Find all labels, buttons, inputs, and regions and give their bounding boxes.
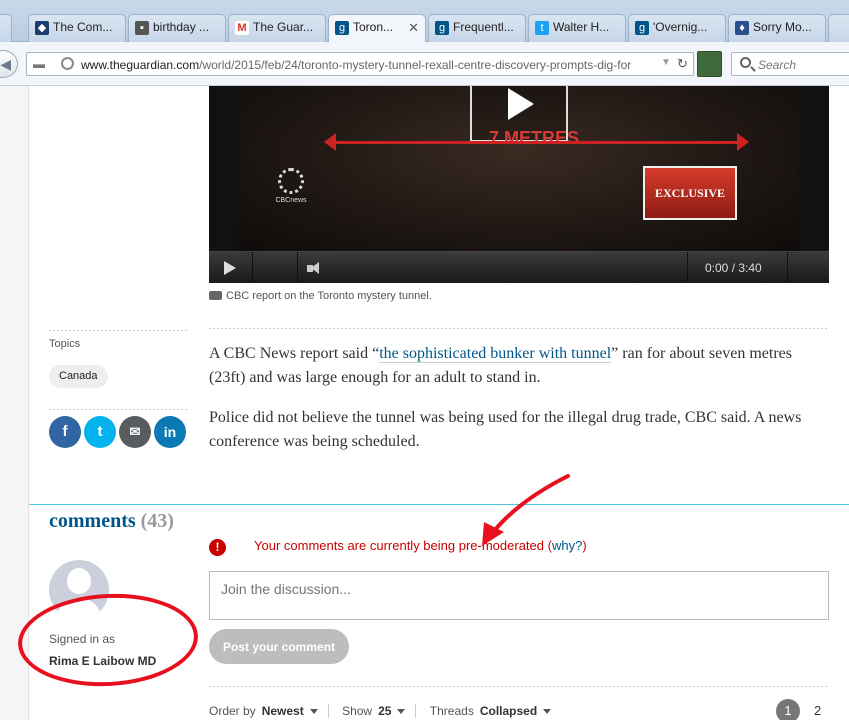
video-time: 0:00 / 3:40 <box>705 261 762 275</box>
facebook-icon: f <box>62 423 68 440</box>
divider <box>49 330 187 331</box>
shield-icon: ◆ <box>35 21 49 35</box>
tab-1[interactable]: ◆ The Com... <box>28 14 126 42</box>
play-icon <box>224 261 236 275</box>
tab-label: The Com... <box>53 20 113 34</box>
tab-8[interactable]: ♦ Sorry Mo... <box>728 14 826 42</box>
email-icon: ✉ <box>129 424 141 439</box>
tab-label: Frequentl... <box>453 20 514 34</box>
tab-label: Sorry Mo... <box>753 20 812 34</box>
video-progress-bar[interactable] <box>298 252 688 283</box>
chevron-down-icon <box>397 709 406 714</box>
tab-bar: ◆ The Com... ▪ birthday ... M The Guar..… <box>0 0 849 43</box>
page-1-button[interactable]: 1 <box>776 699 800 720</box>
linkedin-icon: in <box>163 424 177 440</box>
tab-active[interactable]: g Toron... ✕ <box>328 14 426 43</box>
tab-2[interactable]: ▪ birthday ... <box>128 14 226 42</box>
url-text[interactable]: www.theguardian.com/world/2015/feb/24/to… <box>81 58 661 72</box>
guardian-icon: g <box>635 21 649 35</box>
cbc-gem-icon <box>278 168 304 194</box>
facebook-share-button[interactable]: f <box>49 416 81 448</box>
page-2-button[interactable]: 2 <box>814 703 821 718</box>
linkedin-share-button[interactable]: in <box>154 416 186 448</box>
url-dropdown-icon[interactable]: ▼ <box>661 57 671 68</box>
nav-bar: ◀ ▬ www.theguardian.com/world/2015/feb/2… <box>0 42 849 86</box>
comments-heading: comments (43) <box>49 510 174 532</box>
video-controls: 0:00 / 3:40 <box>209 251 829 283</box>
threads-dropdown[interactable]: Threads Collapsed <box>430 704 561 718</box>
tab-overflow[interactable] <box>0 14 12 42</box>
tab-label: 'Overnig... <box>653 20 708 34</box>
twitter-share-button[interactable]: t <box>84 416 116 448</box>
comments-count: (43) <box>140 510 174 532</box>
chevron-down-icon <box>543 709 552 714</box>
camera-icon <box>209 291 222 300</box>
annotation-circle <box>15 589 201 691</box>
exclusive-badge: EXCLUSIVE <box>643 166 737 220</box>
email-share-button[interactable]: ✉ <box>119 416 151 448</box>
tab-label: birthday ... <box>153 20 210 34</box>
page-icon: ▪ <box>135 21 149 35</box>
close-icon[interactable]: ✕ <box>408 20 419 36</box>
comment-input[interactable] <box>209 571 829 620</box>
globe-icon <box>61 57 74 70</box>
tab-3[interactable]: M The Guar... <box>228 14 326 42</box>
article-paragraph: A CBC News report said “the sophisticate… <box>209 345 792 386</box>
library-icon[interactable]: ▬ <box>33 57 45 71</box>
extension-button[interactable] <box>697 51 722 77</box>
tab-label: The Guar... <box>253 20 314 34</box>
search-input[interactable]: Search <box>731 52 849 76</box>
pagination: 12 <box>776 699 821 720</box>
bookmark-icon: ♦ <box>735 21 749 35</box>
twitter-icon: t <box>97 423 103 440</box>
reload-icon[interactable]: ↻ <box>677 56 688 72</box>
article-link[interactable]: the sophisticated bunker with tunnel <box>379 345 612 363</box>
tab-overflow-right[interactable] <box>828 14 849 42</box>
distance-arrow <box>324 133 749 151</box>
play-button[interactable] <box>209 252 253 283</box>
tab-label: Walter H... <box>553 20 610 34</box>
article-paragraph: Police did not believe the tunnel was be… <box>209 409 802 450</box>
comments-divider <box>29 504 849 505</box>
back-button[interactable]: ◀ <box>0 50 18 78</box>
order-by-dropdown[interactable]: Order by Newest <box>209 704 329 718</box>
divider <box>209 328 829 329</box>
gmail-icon: M <box>235 21 249 35</box>
tab-label: Toron... <box>353 20 394 34</box>
comments-toolbar: Order by Newest Show 25 Threads Collapsed <box>209 704 571 718</box>
show-count-dropdown[interactable]: Show 25 <box>342 704 417 718</box>
divider <box>209 686 829 687</box>
chevron-down-icon <box>309 709 318 714</box>
twitter-icon: t <box>535 21 549 35</box>
annotation-arrow <box>482 474 570 546</box>
url-bar[interactable]: ▬ www.theguardian.com/world/2015/feb/24/… <box>26 52 694 76</box>
guardian-icon: g <box>335 21 349 35</box>
volume-button[interactable] <box>253 252 319 283</box>
video-player[interactable]: 7 METRES CBCnews EXCLUSIVE 0:00 / 3:40 <box>209 86 829 283</box>
topic-tag[interactable]: Canada <box>49 365 108 388</box>
search-icon <box>740 57 751 68</box>
warning-icon: ! <box>209 539 226 556</box>
tab-6[interactable]: t Walter H... <box>528 14 626 42</box>
page-content: 7 METRES CBCnews EXCLUSIVE 0:00 / 3:40 C… <box>0 86 849 720</box>
divider <box>49 409 187 410</box>
tab-5[interactable]: g Frequentl... <box>428 14 526 42</box>
fullscreen-button[interactable] <box>787 252 829 283</box>
video-caption: CBC report on the Toronto mystery tunnel… <box>209 290 432 302</box>
post-comment-button[interactable]: Post your comment <box>209 629 350 664</box>
topics-label: Topics <box>49 338 81 350</box>
back-arrow-icon: ◀ <box>0 56 11 72</box>
cbc-logo: CBCnews <box>271 168 311 204</box>
tab-7[interactable]: g 'Overnig... <box>628 14 726 42</box>
guardian-icon: g <box>435 21 449 35</box>
video-overlay-text: 7 METRES <box>488 128 580 148</box>
